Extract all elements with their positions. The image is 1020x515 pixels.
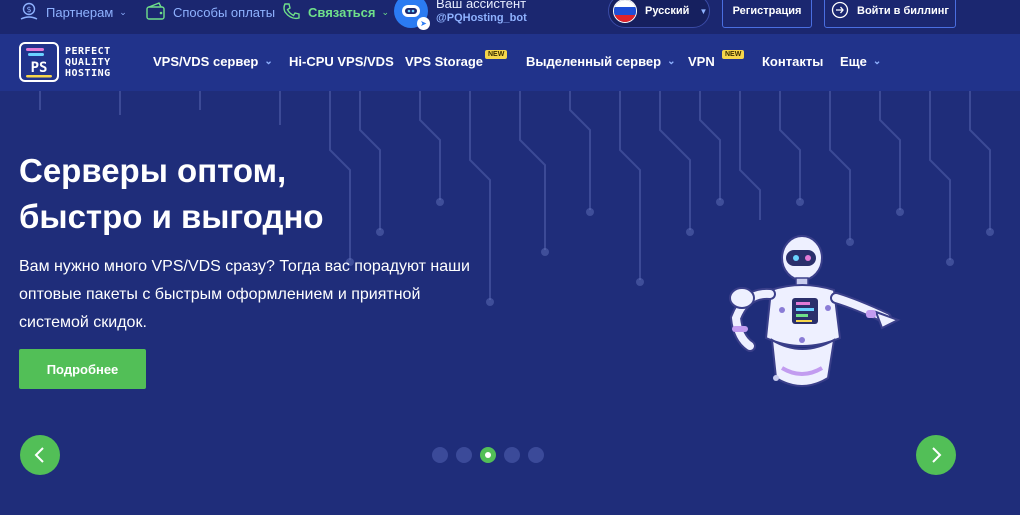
telegram-assistant[interactable]: ➤ Ваш ассистент @PQHosting_bot bbox=[394, 0, 527, 30]
chevron-down-icon: ⌄ bbox=[667, 56, 676, 67]
chevron-right-icon bbox=[932, 447, 942, 463]
payment-methods-link[interactable]: Способы оплаты bbox=[145, 1, 275, 23]
logo-mark-icon: PS bbox=[19, 42, 59, 82]
partners-link[interactable]: $ Партнерам ⌄ bbox=[18, 1, 127, 23]
hero-title: Серверы оптом, быстро и выгодно bbox=[19, 152, 324, 235]
logo[interactable]: PS PERFECT QUALITY HOSTING bbox=[19, 42, 111, 82]
billing-login-label: Войти в биллинг bbox=[857, 5, 949, 17]
phone-icon bbox=[280, 1, 302, 23]
billing-login-button[interactable]: Войти в биллинг bbox=[824, 0, 956, 28]
top-bar: $ Партнерам ⌄ Способы оплаты Связаться ⌄… bbox=[0, 0, 1020, 34]
register-button[interactable]: Регистрация bbox=[722, 0, 812, 28]
svg-text:$: $ bbox=[26, 5, 31, 14]
new-badge: NEW bbox=[485, 50, 508, 59]
slider-pagination bbox=[432, 447, 544, 463]
chevron-down-icon: ⌄ bbox=[119, 6, 127, 17]
nav-dedicated-server[interactable]: Выделенный сервер ⌄ bbox=[526, 54, 675, 69]
caret-down-icon: ▼ bbox=[699, 6, 708, 16]
nav-vps-vds[interactable]: VPS/VDS сервер ⌄ bbox=[153, 54, 273, 69]
main-navigation: PS PERFECT QUALITY HOSTING VPS/VDS серве… bbox=[0, 34, 1020, 91]
language-label: Русский bbox=[645, 5, 690, 17]
new-badge: NEW bbox=[722, 50, 745, 59]
assistant-title: Ваш ассистент bbox=[436, 0, 527, 11]
nav-hi-cpu[interactable]: Hi-CPU VPS/VDS bbox=[289, 54, 394, 69]
more-details-button[interactable]: Подробнее bbox=[19, 349, 146, 389]
language-selector[interactable]: Русский ▼ bbox=[608, 0, 710, 28]
register-label: Регистрация bbox=[732, 5, 802, 17]
slider-dot-4[interactable] bbox=[504, 447, 520, 463]
slider-dot-3[interactable] bbox=[480, 447, 496, 463]
nav-vpn[interactable]: VPN NEW bbox=[688, 50, 745, 69]
contact-label: Связаться bbox=[308, 4, 376, 20]
chevron-down-icon: ⌄ bbox=[872, 56, 882, 67]
chevron-left-icon bbox=[34, 447, 44, 463]
robot-illustration bbox=[729, 235, 901, 387]
dollar-hand-icon: $ bbox=[18, 1, 40, 23]
contact-link[interactable]: Связаться ⌄ bbox=[280, 1, 389, 23]
nav-vps-storage[interactable]: VPS Storage NEW bbox=[405, 50, 508, 69]
chevron-down-icon: ⌄ bbox=[264, 56, 273, 67]
nav-more[interactable]: Еще ⌄ bbox=[840, 54, 881, 69]
slider-dot-1[interactable] bbox=[432, 447, 448, 463]
telegram-icon: ➤ bbox=[417, 17, 430, 30]
slider-dot-5[interactable] bbox=[528, 447, 544, 463]
chevron-down-icon: ⌄ bbox=[381, 6, 390, 17]
login-arrow-icon bbox=[831, 1, 849, 22]
slider-prev-button[interactable] bbox=[20, 435, 60, 475]
nav-contacts[interactable]: Контакты bbox=[762, 54, 823, 69]
assistant-handle[interactable]: @PQHosting_bot bbox=[436, 11, 527, 26]
logo-text: PERFECT QUALITY HOSTING bbox=[65, 45, 111, 79]
russia-flag-icon bbox=[613, 0, 637, 23]
slider-dot-2[interactable] bbox=[456, 447, 472, 463]
payment-methods-label: Способы оплаты bbox=[173, 4, 276, 20]
hero-subtitle: Вам нужно много VPS/VDS сразу? Тогда вас… bbox=[19, 258, 470, 331]
slider-next-button[interactable] bbox=[916, 435, 956, 475]
partners-label: Партнерам bbox=[46, 4, 114, 20]
wallet-icon bbox=[145, 1, 167, 23]
robot-avatar-icon: ➤ bbox=[394, 0, 430, 30]
svg-text:PS: PS bbox=[31, 60, 48, 76]
